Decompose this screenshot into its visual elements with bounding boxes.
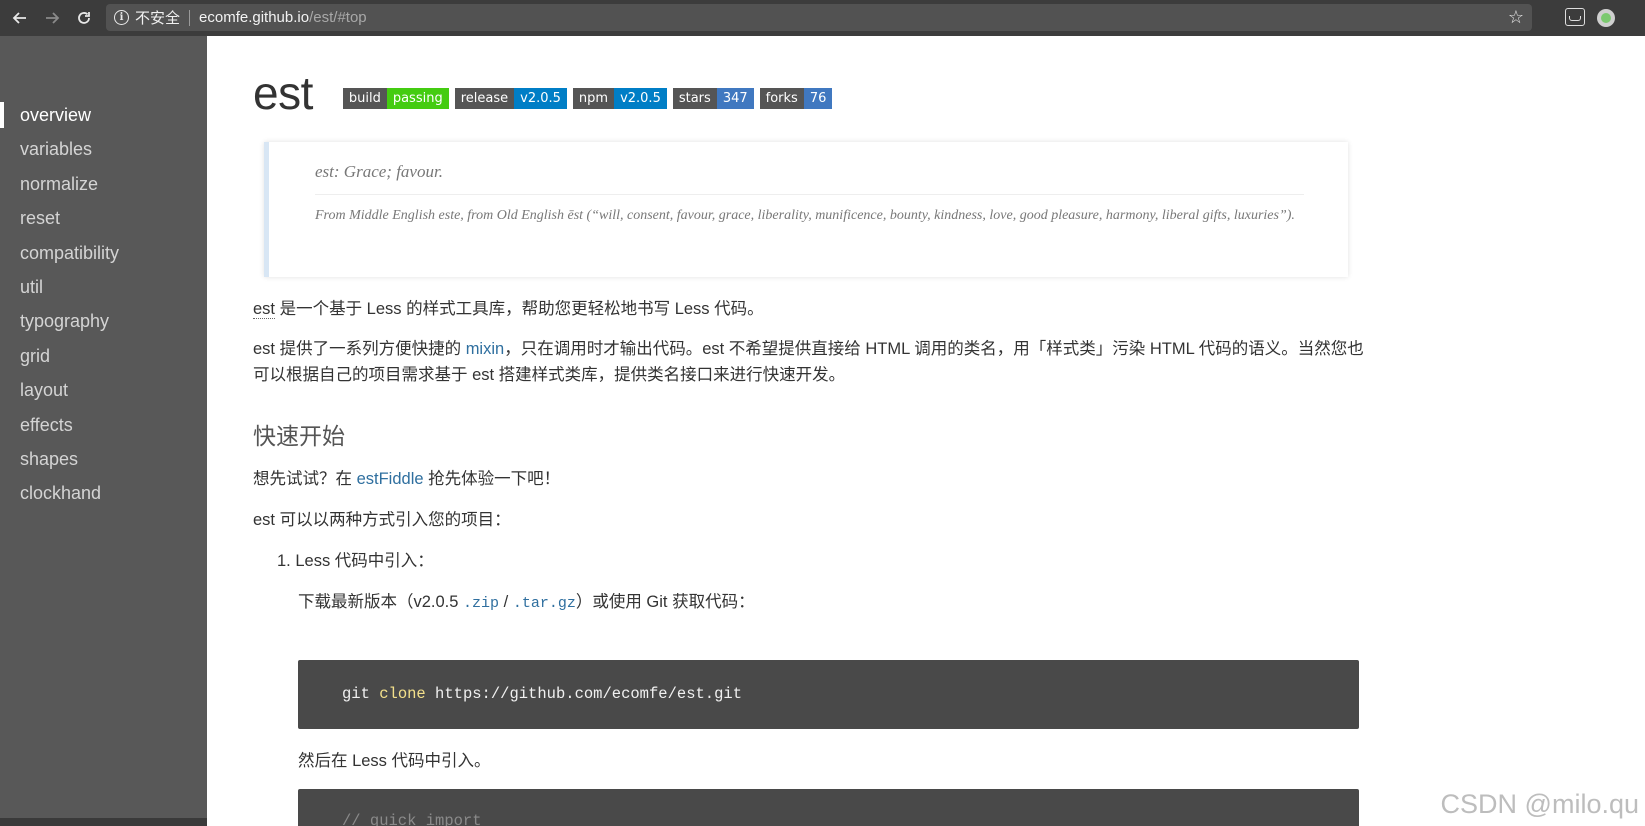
npm-badge[interactable]: npm v2.0.5 (572, 87, 667, 109)
page-title: est (253, 67, 313, 119)
sidebar-item-util[interactable]: util (0, 270, 207, 304)
forward-arrow-icon (46, 12, 60, 24)
intro-paragraph: est 是一个基于 Less 的样式工具库，帮助您更轻松地书写 Less 代码。 (253, 296, 1373, 322)
badge-label: release (454, 87, 515, 109)
definition-quote: est: Grace; favour. From Middle English … (264, 142, 1348, 277)
badge-label: build (342, 87, 387, 109)
code-comment: // quick import (342, 812, 482, 826)
badge-value: 347 (716, 87, 754, 109)
back-arrow-icon (12, 12, 26, 24)
sidebar-item-compatibility[interactable]: compatibility (0, 236, 207, 270)
code-url: https://github.com/ecomfe/est.git (435, 685, 742, 703)
download-paragraph: 下载最新版本（v2.0.5 .zip / .tar.gz）或使用 Git 获取代… (298, 589, 1418, 617)
badge-group: build passing release v2.0.5 npm v2.0.5 sta… (342, 87, 839, 109)
sidebar-item-grid[interactable]: grid (0, 339, 207, 373)
quote-title: est: Grace; favour. (315, 162, 1304, 195)
sidebar-nav-list: overview variables normalize reset compa… (0, 36, 207, 511)
profile-avatar-icon[interactable] (1597, 9, 1615, 27)
address-bar[interactable]: i 不安全 ecomfe.github.io/est/#top ☆ (106, 4, 1532, 31)
list-item-less-import: 1. Less 代码中引入： (277, 552, 434, 570)
sidebar-item-normalize[interactable]: normalize (0, 167, 207, 201)
sidebar-item-clockhand[interactable]: clockhand (0, 476, 207, 510)
build-badge[interactable]: build passing (342, 87, 449, 109)
code-keyword: clone (379, 685, 426, 703)
url-path: /est/#top (309, 9, 367, 26)
sidebar-scrollbar[interactable] (0, 818, 207, 826)
zip-download-link[interactable]: .zip (463, 595, 499, 612)
back-button[interactable] (8, 6, 32, 30)
sidebar-item-overview[interactable]: overview (0, 98, 207, 132)
badge-value: passing (386, 87, 449, 109)
quote-etymology: From Middle English este, from Old Engli… (315, 208, 1295, 223)
try-text-after: 抢先体验一下吧！ (423, 470, 561, 488)
omnibox-divider (189, 9, 191, 26)
import-methods-paragraph: est 可以以两种方式引入您的项目： (253, 511, 511, 529)
forks-badge[interactable]: forks 76 (759, 87, 833, 109)
badge-label: npm (572, 87, 615, 109)
git-clone-codeblock[interactable]: git clone https://github.com/ecomfe/est.… (298, 660, 1359, 729)
intro-text: 是一个基于 Less 的样式工具库，帮助您更轻松地书写 Less 代码。 (275, 300, 764, 318)
sidebar-item-typography[interactable]: typography (0, 304, 207, 338)
info-icon[interactable]: i (114, 10, 129, 25)
mixin-paragraph: est 提供了一系列方便快捷的 mixin，只在调用时才输出代码。est 不希望… (253, 336, 1373, 388)
forward-button[interactable] (40, 6, 64, 30)
quick-import-codeblock[interactable]: // quick import (298, 789, 1359, 826)
release-badge[interactable]: release v2.0.5 (454, 87, 567, 109)
reload-icon (78, 12, 90, 24)
then-import-paragraph: 然后在 Less 代码中引入。 (298, 752, 491, 770)
badge-label: forks (759, 87, 804, 109)
badge-value: v2.0.5 (614, 87, 667, 109)
sidebar-item-reset[interactable]: reset (0, 201, 207, 235)
mixin-link[interactable]: mixin (466, 340, 505, 358)
estfiddle-link[interactable]: estFiddle (357, 470, 424, 488)
mixin-text-before: est 提供了一系列方便快捷的 (253, 340, 466, 358)
targz-download-link[interactable]: .tar.gz (513, 595, 576, 612)
download-text-before: 下载最新版本（v2.0.5 (298, 593, 464, 611)
code-cmd: git (342, 685, 370, 703)
download-slash: / (499, 593, 513, 611)
extension-icon[interactable] (1565, 8, 1585, 26)
sidebar-item-layout[interactable]: layout (0, 373, 207, 407)
quickstart-heading: 快速开始 (253, 423, 345, 449)
title-row: est build passing release v2.0.5 npm v2.0.5… (253, 66, 838, 120)
browser-toolbar: i 不安全 ecomfe.github.io/est/#top ☆ (0, 0, 1645, 36)
badge-value: v2.0.5 (514, 87, 567, 109)
sidebar: overview variables normalize reset compa… (0, 36, 207, 826)
sidebar-item-effects[interactable]: effects (0, 408, 207, 442)
badge-label: stars (672, 87, 717, 109)
download-text-after: ）或使用 Git 获取代码： (575, 593, 755, 611)
sidebar-item-shapes[interactable]: shapes (0, 442, 207, 476)
main-content: est build passing release v2.0.5 npm v2.0.5… (207, 36, 1645, 826)
reload-button[interactable] (72, 6, 96, 30)
csdn-watermark: CSDN @milo.qu (1440, 789, 1639, 819)
est-abbr: est (253, 300, 276, 319)
badge-value: 76 (803, 87, 833, 109)
try-text-before: 想先试试？在 (253, 470, 357, 488)
stars-badge[interactable]: stars 347 (672, 87, 754, 109)
bookmark-star-icon[interactable]: ☆ (1508, 8, 1524, 26)
try-paragraph: 想先试试？在 estFiddle 抢先体验一下吧！ (253, 466, 1373, 492)
sidebar-item-variables[interactable]: variables (0, 132, 207, 166)
url-host: ecomfe.github.io (199, 9, 310, 26)
security-label: 不安全 (135, 10, 181, 27)
